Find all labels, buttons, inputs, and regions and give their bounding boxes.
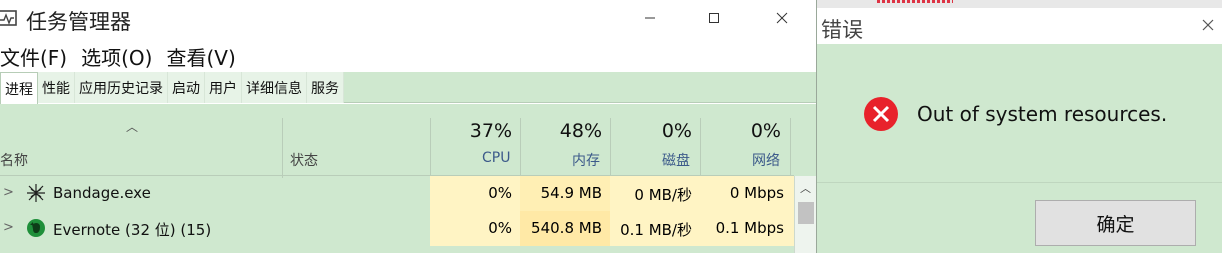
memory-cell: 54.9 MB — [520, 176, 610, 211]
cpu-cell: 0% — [430, 176, 520, 211]
tab-processes[interactable]: 进程 — [0, 72, 38, 104]
cpu-total-percent[interactable]: 37% — [440, 120, 512, 142]
cpu-cell: 0% — [430, 211, 520, 246]
error-dialog: 错误 Out of system resources. 确定 — [816, 0, 1222, 253]
task-manager-app-icon — [0, 10, 17, 26]
column-header-status[interactable]: 状态 — [290, 150, 318, 170]
column-header-name[interactable]: 名称 — [0, 150, 28, 170]
expand-chevron-icon[interactable]: > — [3, 185, 14, 200]
column-header-memory[interactable]: 内存 — [572, 150, 600, 170]
error-icon — [864, 97, 898, 131]
memory-cell: 540.8 MB — [520, 211, 610, 246]
scroll-thumb[interactable] — [798, 202, 814, 224]
tab-startup[interactable]: 启动 — [168, 72, 205, 103]
table-row[interactable]: > Bandage.exe 0% 54.9 MB 0 MB/秒 0 Mbps — [0, 176, 794, 211]
evernote-icon — [27, 219, 45, 237]
dialog-footer: 确定 — [817, 182, 1222, 253]
minimize-icon — [645, 17, 655, 19]
menu-file[interactable]: 文件(F) — [0, 40, 67, 72]
column-header-cpu[interactable]: CPU — [482, 150, 510, 166]
column-separator[interactable] — [700, 118, 701, 178]
disk-cell: 0 MB/秒 — [610, 176, 700, 211]
tab-performance[interactable]: 性能 — [38, 72, 75, 103]
background-window-strip — [817, 0, 1222, 8]
disk-total-percent[interactable]: 0% — [620, 120, 692, 142]
network-cell: 0.1 Mbps — [700, 211, 794, 246]
tab-strip: 进程 性能 应用历史记录 启动 用户 详细信息 服务 — [0, 72, 816, 104]
sort-ascending-icon[interactable]: ︿ — [126, 118, 138, 135]
process-table: ︿ 37% 48% 0% 0% 名称 状态 CPU 内存 磁盘 网络 > Ban… — [0, 104, 816, 253]
ok-button[interactable]: 确定 — [1035, 200, 1196, 246]
minimize-button[interactable] — [618, 0, 682, 36]
close-icon — [776, 12, 788, 24]
scroll-up-arrow-icon[interactable]: ︿ — [800, 180, 811, 196]
dialog-close-icon[interactable] — [1199, 16, 1217, 34]
process-name: Evernote (32 位) (15) — [53, 221, 212, 239]
column-separator[interactable] — [430, 118, 431, 178]
dialog-title: 错误 — [821, 18, 863, 42]
window-title: 任务管理器 — [26, 10, 131, 34]
error-message: Out of system resources. — [917, 102, 1168, 126]
table-row[interactable]: > Evernote (32 位) (15) 0% 540.8 MB 0.1 M… — [0, 211, 794, 246]
bandage-icon — [27, 184, 45, 202]
maximize-button[interactable] — [682, 0, 746, 36]
process-name: Bandage.exe — [53, 184, 151, 202]
column-separator[interactable] — [610, 118, 611, 178]
expand-chevron-icon[interactable]: > — [3, 220, 14, 235]
vertical-scrollbar[interactable]: ︿ — [794, 176, 816, 253]
column-separator[interactable] — [282, 118, 283, 178]
disk-cell: 0.1 MB/秒 — [610, 211, 700, 246]
red-underline-decoration — [877, 0, 953, 3]
menu-bar: 文件(F) 选项(O) 查看(V) — [0, 40, 250, 72]
title-bar: 任务管理器 — [0, 0, 816, 40]
tab-app-history[interactable]: 应用历史记录 — [75, 72, 168, 103]
column-header-network[interactable]: 网络 — [752, 150, 780, 170]
menu-options[interactable]: 选项(O) — [81, 40, 152, 72]
column-separator[interactable] — [520, 118, 521, 178]
maximize-icon — [709, 13, 719, 23]
network-cell: 0 Mbps — [700, 176, 794, 211]
dialog-body: Out of system resources. — [817, 44, 1222, 182]
memory-total-percent[interactable]: 48% — [530, 120, 602, 142]
close-button[interactable] — [750, 0, 814, 36]
tab-users[interactable]: 用户 — [205, 72, 242, 103]
network-total-percent[interactable]: 0% — [708, 120, 781, 142]
menu-view[interactable]: 查看(V) — [166, 40, 235, 72]
tab-details[interactable]: 详细信息 — [242, 72, 307, 103]
column-separator[interactable] — [790, 118, 791, 178]
column-header-disk[interactable]: 磁盘 — [662, 150, 690, 170]
task-manager-window: 任务管理器 文件(F) 选项(O) 查看(V) 进程 性能 应用历史记录 启动 … — [0, 0, 816, 253]
tab-services[interactable]: 服务 — [307, 72, 344, 103]
